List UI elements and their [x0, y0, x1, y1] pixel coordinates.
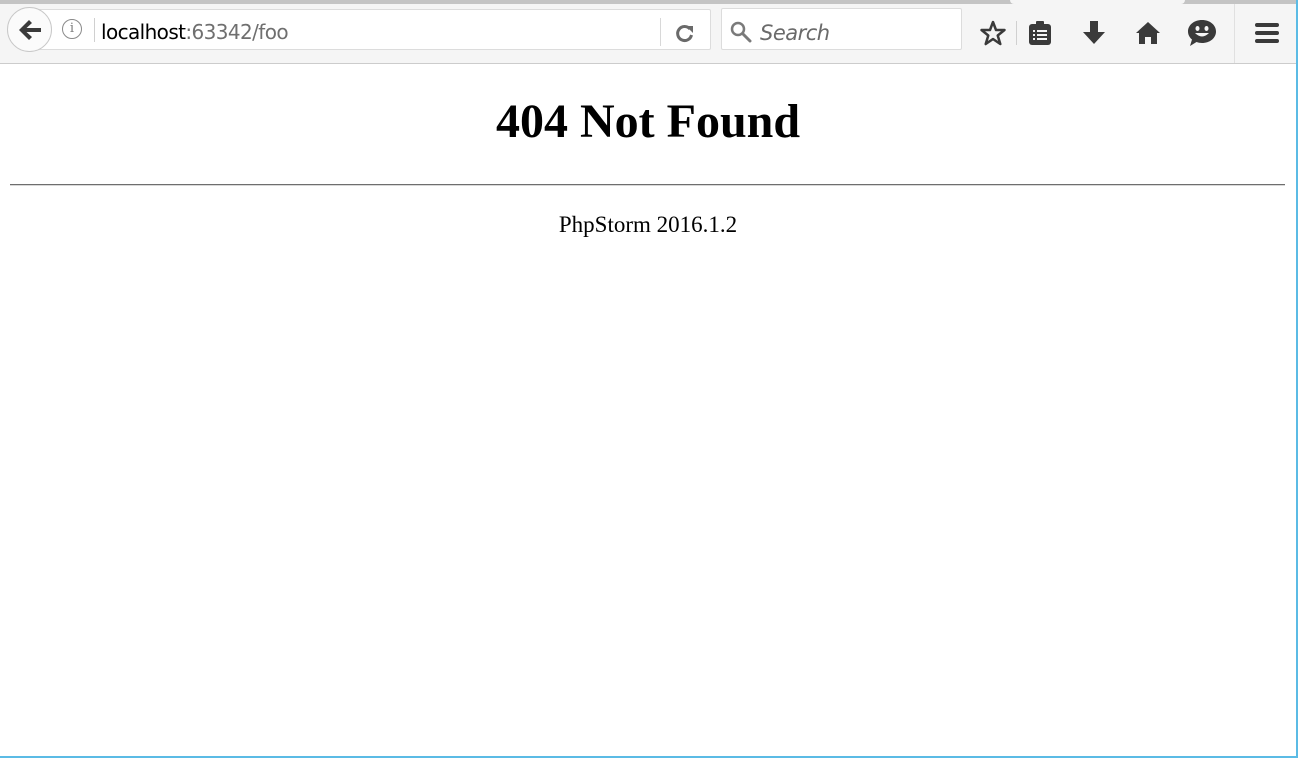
chat-smiley-icon	[1188, 20, 1216, 46]
reload-icon	[676, 25, 693, 42]
url-divider	[94, 18, 95, 42]
home-button[interactable]	[1133, 18, 1163, 48]
back-arrow-icon	[18, 19, 41, 40]
url-path: :63342/foo	[185, 20, 289, 44]
star-icon	[980, 20, 1006, 46]
bookmark-button[interactable]	[978, 18, 1008, 48]
search-input[interactable]: Search	[760, 21, 830, 45]
downloads-button[interactable]	[1079, 18, 1109, 48]
reload-button[interactable]	[672, 20, 698, 46]
back-button[interactable]	[7, 7, 52, 52]
menu-divider	[1234, 4, 1235, 63]
reading-list-button[interactable]	[1025, 18, 1055, 48]
info-icon[interactable]: i	[62, 19, 82, 39]
menu-button[interactable]	[1252, 18, 1282, 48]
page-heading: 404 Not Found	[495, 95, 801, 148]
search-icon	[730, 21, 752, 43]
home-icon	[1136, 22, 1160, 44]
reload-divider	[660, 18, 661, 46]
hamburger-menu-icon	[1255, 23, 1279, 43]
url-text[interactable]: localhost:63342/foo	[101, 20, 289, 44]
toolbar-divider	[1016, 21, 1017, 45]
horizontal-rule	[10, 184, 1285, 186]
server-signature: PhpStorm 2016.1.2	[558, 212, 738, 237]
download-arrow-icon	[1083, 21, 1105, 44]
clipboard-list-icon	[1029, 21, 1051, 45]
hello-button[interactable]	[1187, 18, 1217, 48]
search-bar[interactable]	[721, 8, 962, 50]
url-host: localhost	[101, 20, 186, 44]
page-content: 404 Not Found PhpStorm 2016.1.2	[0, 64, 1296, 756]
